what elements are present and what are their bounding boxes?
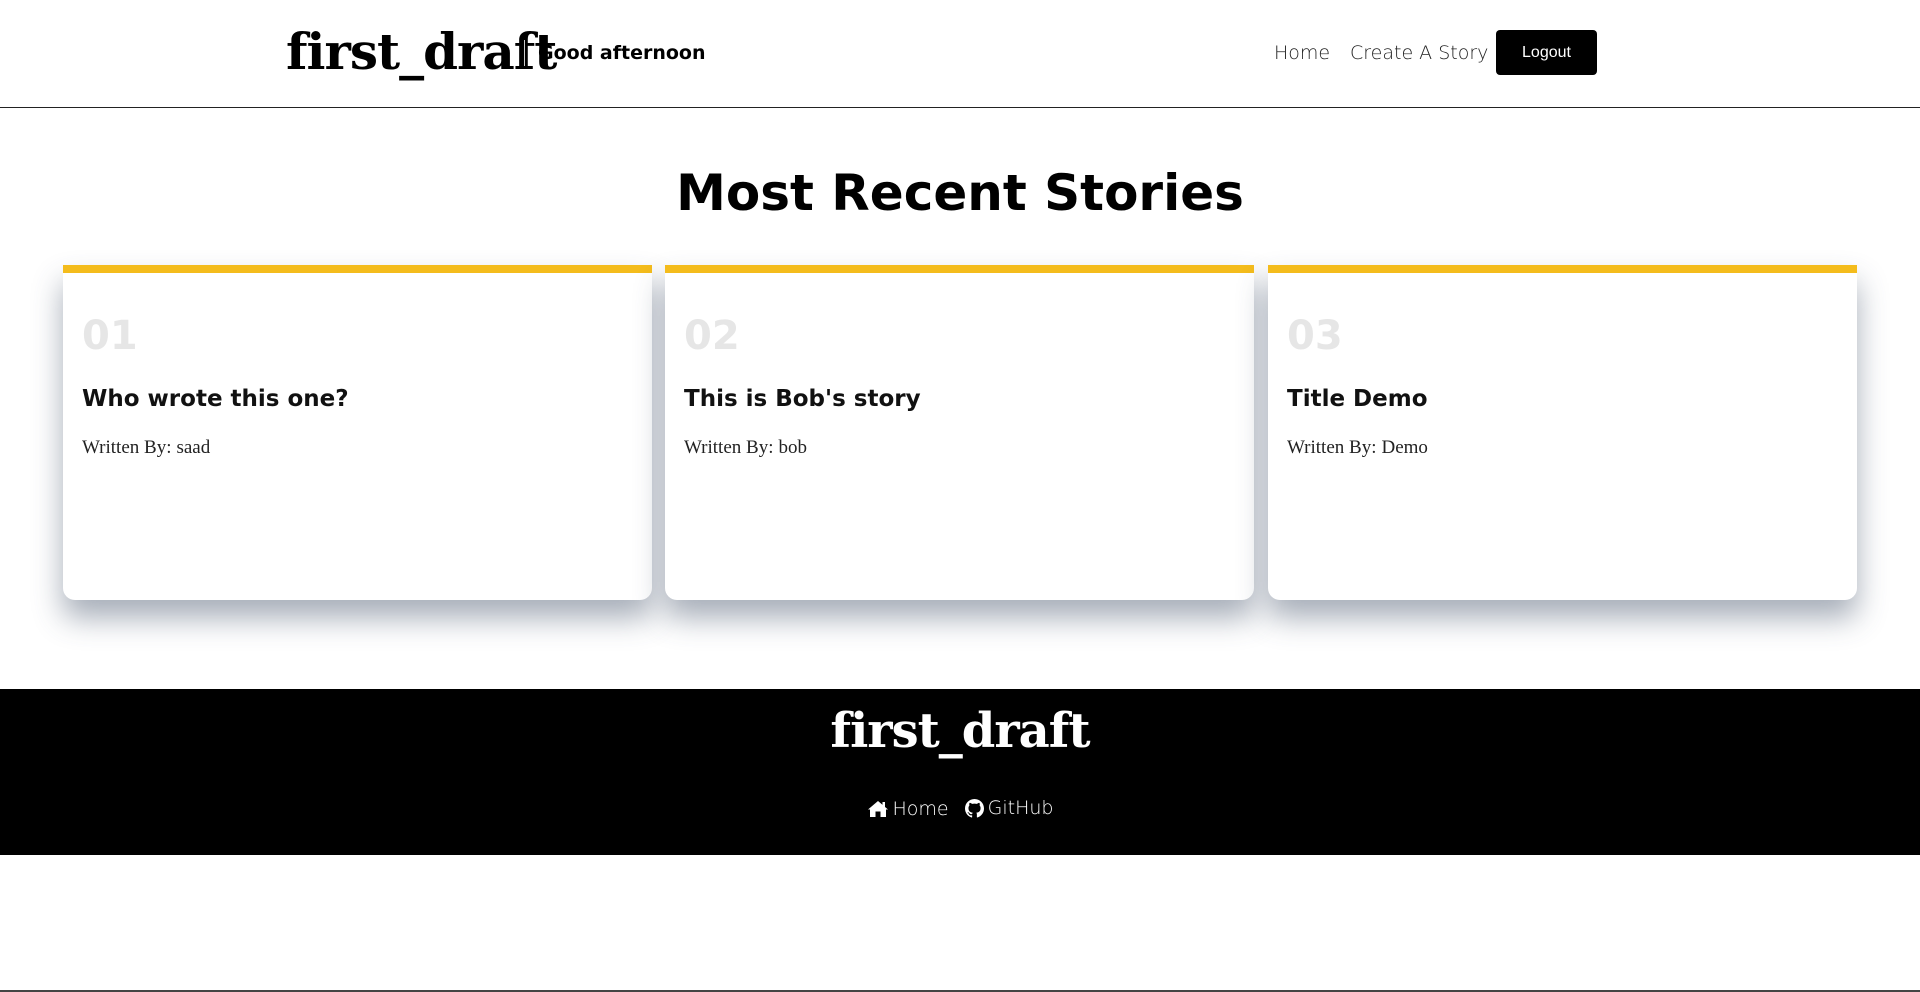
author-name: Demo [1381, 437, 1428, 458]
site-header: first_draft Good afternoon Home Create A… [0, 0, 1920, 108]
author-prefix: Written By: [1287, 437, 1377, 458]
github-icon [964, 798, 984, 818]
home-icon [867, 800, 888, 817]
story-author: Written By: Demo [1287, 436, 1857, 460]
story-title[interactable]: This is Bob's story [684, 384, 1254, 414]
footer-links: Home GitHub [0, 797, 1920, 823]
story-title[interactable]: Who wrote this one? [82, 384, 652, 414]
brand-logo[interactable]: first_draft [286, 20, 557, 84]
author-prefix: Written By: [82, 437, 172, 458]
brand-divider [524, 40, 525, 66]
footer-home-label: Home [892, 797, 949, 820]
story-card[interactable]: 03 Title Demo Written By: Demo [1268, 265, 1857, 600]
author-name: bob [778, 437, 807, 458]
story-card[interactable]: 01 Who wrote this one? Written By: saad [63, 265, 652, 600]
story-author: Written By: bob [684, 436, 1254, 460]
nav-home-link[interactable]: Home [1274, 40, 1330, 66]
author-name: saad [176, 437, 211, 458]
author-prefix: Written By: [684, 437, 774, 458]
story-author: Written By: saad [82, 436, 652, 460]
greeting-text: Good afternoon [538, 42, 706, 64]
story-number: 02 [684, 313, 740, 359]
footer-github-link[interactable]: GitHub [964, 797, 1054, 819]
story-number: 03 [1287, 313, 1343, 359]
nav-create-story-link[interactable]: Create A Story [1350, 40, 1488, 66]
footer-brand[interactable]: first_draft [0, 701, 1920, 761]
site-footer: first_draft Home GitHub [0, 689, 1920, 855]
footer-home-link[interactable]: Home [867, 798, 949, 820]
story-title[interactable]: Title Demo [1287, 384, 1857, 414]
story-card[interactable]: 02 This is Bob's story Written By: bob [665, 265, 1254, 600]
story-number: 01 [82, 313, 138, 359]
page-title: Most Recent Stories [676, 164, 1244, 222]
footer-github-label: GitHub [987, 797, 1054, 819]
logout-button[interactable]: Logout [1496, 30, 1597, 75]
